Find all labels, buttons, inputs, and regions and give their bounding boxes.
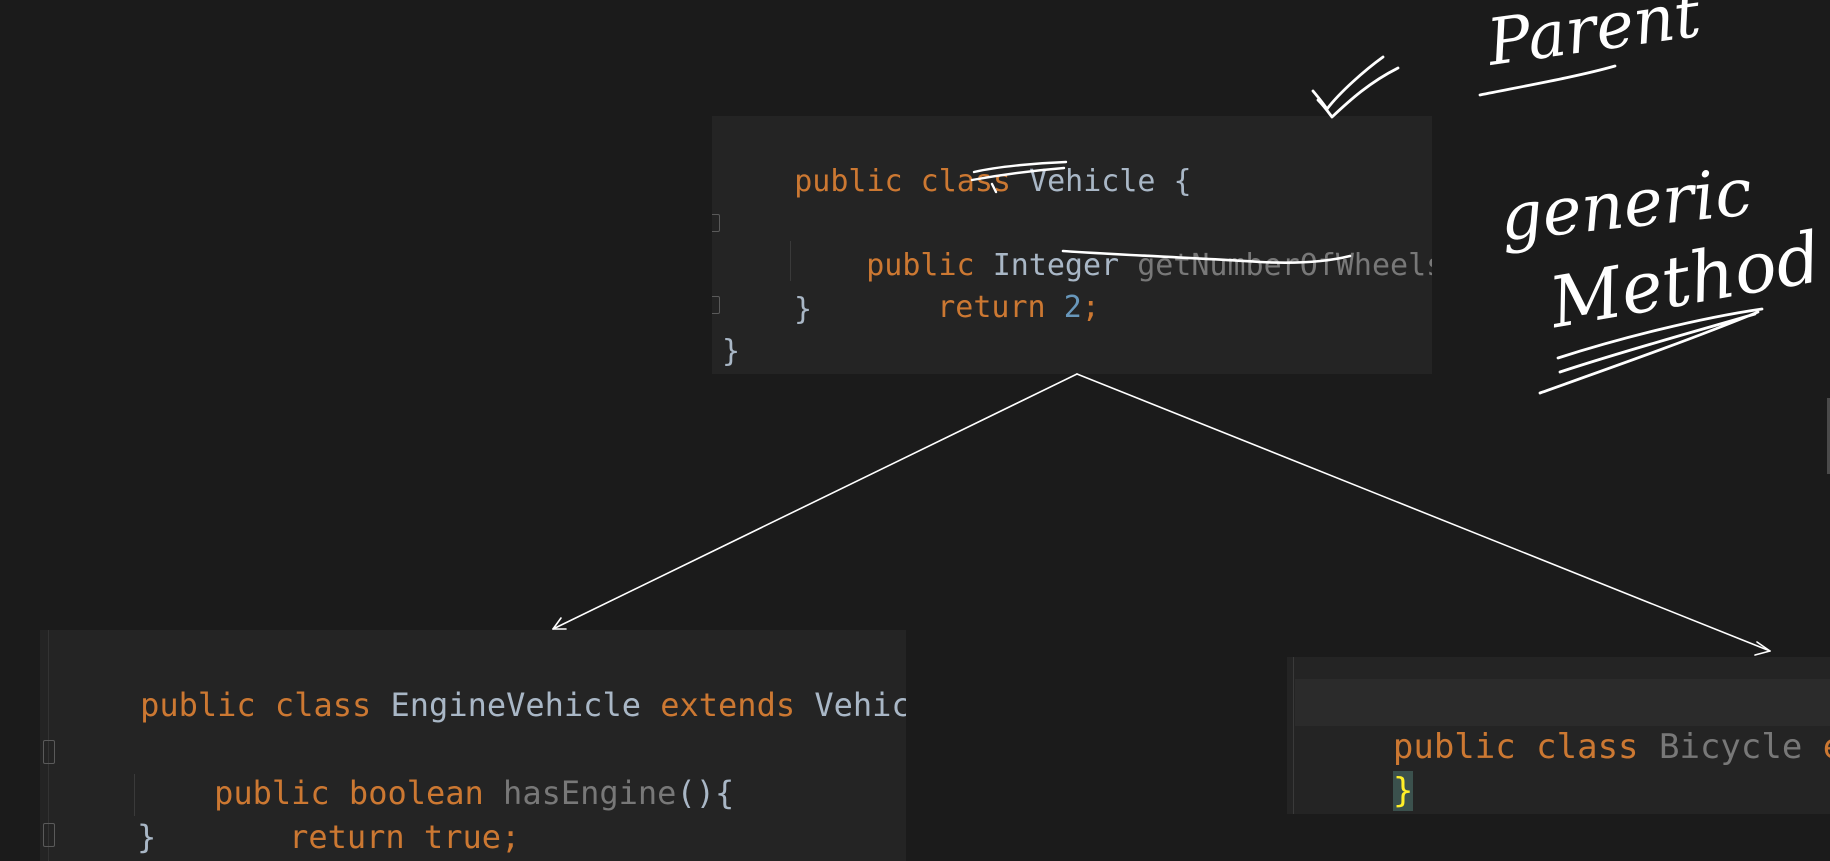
arrowhead-left-icon — [552, 617, 567, 630]
method-parens: (){ — [676, 774, 735, 812]
keyword: return true — [289, 818, 501, 856]
arrowhead-right-icon — [1754, 641, 1771, 656]
fold-marker-icon[interactable] — [43, 740, 55, 764]
bicycle-close-brace-line: } — [1311, 725, 1414, 814]
semicolon: ; — [1081, 290, 1100, 325]
generic-handwritten-label: generic — [1496, 153, 1755, 256]
method-word-underline — [1538, 307, 1764, 395]
indent-guide — [790, 241, 791, 281]
vehicle-return-statement: return 2; — [865, 248, 1100, 368]
inheritance-arrow-right — [1076, 373, 1771, 652]
class-name: EngineVehicle — [390, 686, 641, 724]
class-name: Bicycle — [1659, 727, 1803, 767]
parent-class-name: Vehicle{ — [814, 686, 906, 724]
vehicle-code-panel: public class Vehicle { public Integer ge… — [712, 116, 1432, 374]
gutter-border — [1293, 657, 1294, 814]
parent-underline — [1478, 64, 1617, 97]
method-close-brace: } — [794, 292, 813, 327]
matched-brace: } — [1392, 771, 1414, 811]
bicycle-code-panel: public class Bicycle exte } — [1287, 657, 1830, 814]
keyword: public class — [140, 686, 391, 724]
class-name: Vehicle — [1029, 164, 1156, 199]
class-close-brace: } — [722, 334, 741, 369]
method-close-brace: } — [137, 818, 157, 856]
keyword: return — [937, 290, 1064, 325]
fold-marker-icon[interactable] — [43, 823, 55, 847]
open-brace: { — [1155, 164, 1192, 199]
fold-marker-icon[interactable] — [712, 214, 720, 232]
extends-keyword: exte — [1802, 727, 1830, 767]
semicolon: ; — [500, 818, 521, 856]
tick-mark-icon — [1311, 55, 1400, 119]
has-engine-return-statement: return true; — [212, 771, 520, 861]
number-literal: 2 — [1063, 290, 1082, 325]
method-handwritten-label: Method — [1542, 216, 1827, 345]
keyword: public class — [794, 164, 1030, 199]
fold-marker-icon[interactable] — [712, 296, 720, 314]
inheritance-arrow-left — [552, 373, 1078, 630]
indent-guide — [134, 774, 135, 816]
keyword: public class — [1392, 727, 1659, 767]
extends-keyword: extends — [640, 686, 815, 724]
method-name: getNumberOfWheels — [1137, 248, 1432, 283]
parent-handwritten-label: Parent — [1482, 0, 1705, 81]
method-name: hasEngine — [503, 774, 677, 812]
engine-vehicle-code-panel: public class EngineVehicle extends Vehic… — [40, 630, 906, 861]
